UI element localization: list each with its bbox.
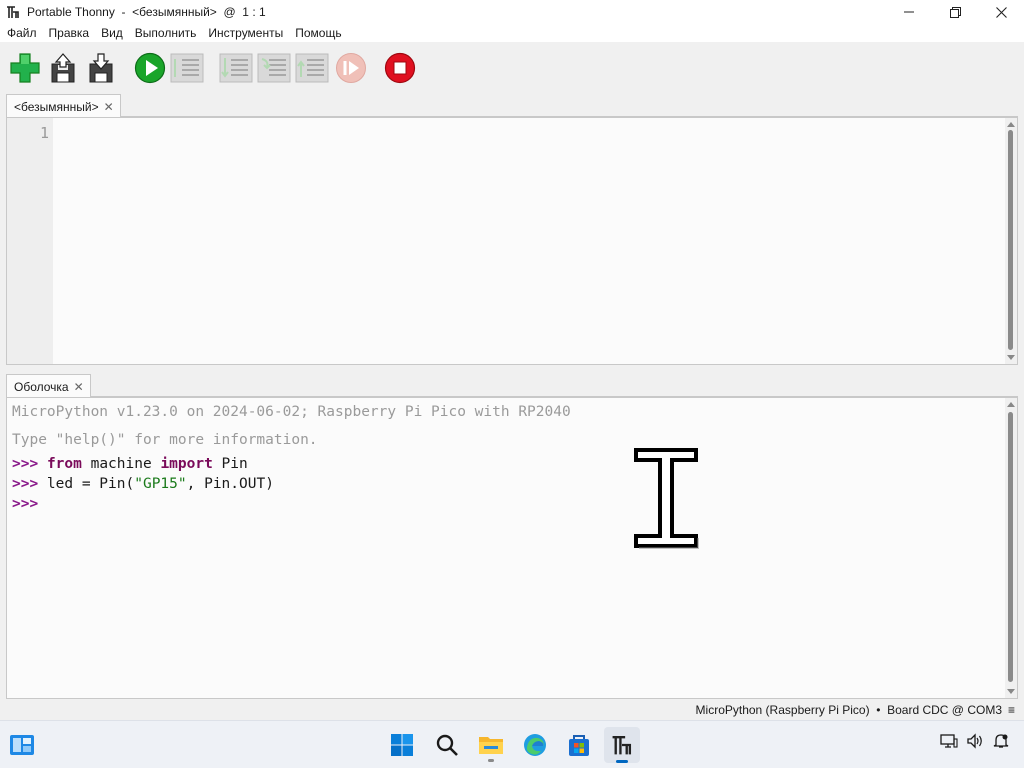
system-tray [940,733,1010,749]
debug-button[interactable] [170,52,204,84]
code-text: led = Pin( [38,476,135,492]
microsoft-store-icon [569,735,589,756]
editor-scroll-thumb[interactable] [1008,130,1013,350]
maximize-button[interactable] [932,0,978,24]
open-floppy-icon [51,53,75,83]
menu-help[interactable]: Помощь [290,24,346,42]
close-icon [995,6,1007,18]
save-floppy-icon [89,53,113,83]
minimize-icon [904,11,914,13]
shell-banner-line: MicroPython v1.23.0 on 2024-06-02; Raspb… [12,404,571,420]
scroll-up-arrow-icon[interactable] [1007,122,1015,127]
resume-icon [336,53,366,83]
windows-taskbar [0,720,1024,768]
search-button[interactable] [429,727,465,763]
shell-scroll-thumb[interactable] [1008,412,1013,682]
volume-icon[interactable] [966,733,984,749]
folder-icon [479,737,503,754]
editor-tab[interactable]: <безымянный> ✕ [6,94,121,118]
shell-tab[interactable]: Оболочка ✕ [6,374,91,398]
editor-tabbar: <безымянный> ✕ [6,93,1018,118]
store-button[interactable] [561,727,597,763]
edge-browser-button[interactable] [517,727,553,763]
shell-console[interactable]: MicroPython v1.23.0 on 2024-06-02; Raspb… [6,397,1018,699]
interpreter-status[interactable]: MicroPython (Raspberry Pi Pico) • Board … [696,703,1002,717]
code-text: , Pin.OUT) [186,476,274,492]
menu-tools[interactable]: Инструменты [203,24,288,42]
stop-button[interactable] [383,52,417,84]
text-cursor-icon [634,448,699,549]
file-explorer-button[interactable] [473,727,509,763]
thonny-app-icon [5,4,21,20]
line-number-gutter: 1 [7,118,53,364]
run-button[interactable] [133,52,167,84]
notification-bell-icon[interactable] [992,733,1010,749]
shell-prompt: >>> [12,496,39,512]
open-file-button[interactable] [46,52,80,84]
play-icon [134,52,166,84]
title-bar: Portable Thonny - <безымянный> @ 1 : 1 [0,0,1024,24]
shell-prompt: >>> [12,456,39,472]
new-file-button[interactable] [8,52,42,84]
widgets-button[interactable] [4,727,40,763]
status-menu-icon[interactable]: ≡ [1008,703,1015,717]
plus-icon [10,53,40,83]
close-window-button[interactable] [978,0,1024,24]
shell-prompt: >>> [12,476,39,492]
step-out-icon [295,53,329,83]
shell-scrollbar[interactable] [1005,398,1017,698]
step-over-icon [219,53,253,83]
widgets-icon [10,735,34,755]
thonny-taskbar-button[interactable] [604,727,640,763]
line-number: 1 [39,124,49,142]
shell-current-prompt-line[interactable]: >>> [12,496,38,512]
step-into-button[interactable] [257,52,291,84]
editor-tab-label: <безымянный> [14,99,99,114]
running-indicator [488,759,494,762]
string-literal: "GP15" [134,476,187,492]
step-over-button[interactable] [219,52,253,84]
menu-bar: Файл Правка Вид Выполнить Инструменты По… [0,24,1024,42]
network-icon[interactable] [940,733,958,749]
edge-icon [524,734,546,756]
scroll-down-arrow-icon[interactable] [1007,355,1015,360]
start-button[interactable] [384,727,420,763]
close-tab-icon[interactable]: ✕ [74,381,84,393]
keyword: import [160,456,213,472]
shell-tab-label: Оболочка [14,379,69,394]
windows-start-icon [391,734,413,756]
menu-view[interactable]: Вид [96,24,128,42]
code-editor[interactable]: 1 [6,117,1018,365]
window-controls [886,0,1024,24]
menu-file[interactable]: Файл [2,24,42,42]
shell-help-line: Type "help()" for more information. [12,432,318,448]
shell-input-line: >>> from machine import Pin [12,456,248,472]
thonny-app-icon [612,735,632,755]
step-into-icon [257,53,291,83]
code-text: Pin [212,456,248,472]
minimize-button[interactable] [886,0,932,24]
code-text: machine [81,456,161,472]
keyword: from [46,456,82,472]
status-bar: MicroPython (Raspberry Pi Pico) • Board … [0,700,1024,720]
menu-run[interactable]: Выполнить [130,24,202,42]
window-title: Portable Thonny - <безымянный> @ 1 : 1 [27,5,266,19]
scroll-up-arrow-icon[interactable] [1007,402,1015,407]
editor-scrollbar[interactable] [1005,118,1017,364]
toolbar [0,42,1024,92]
scroll-down-arrow-icon[interactable] [1007,689,1015,694]
save-file-button[interactable] [84,52,118,84]
resume-button[interactable] [334,52,368,84]
shell-tabbar: Оболочка ✕ [6,373,1018,398]
close-tab-icon[interactable]: ✕ [104,101,114,113]
active-app-indicator [616,760,628,763]
menu-edit[interactable]: Правка [44,24,95,42]
restore-icon [949,6,961,18]
stop-icon [384,52,416,84]
step-out-button[interactable] [295,52,329,84]
search-icon [436,734,458,756]
shell-input-line: >>> led = Pin("GP15", Pin.OUT) [12,476,274,492]
debug-icon [170,53,204,83]
